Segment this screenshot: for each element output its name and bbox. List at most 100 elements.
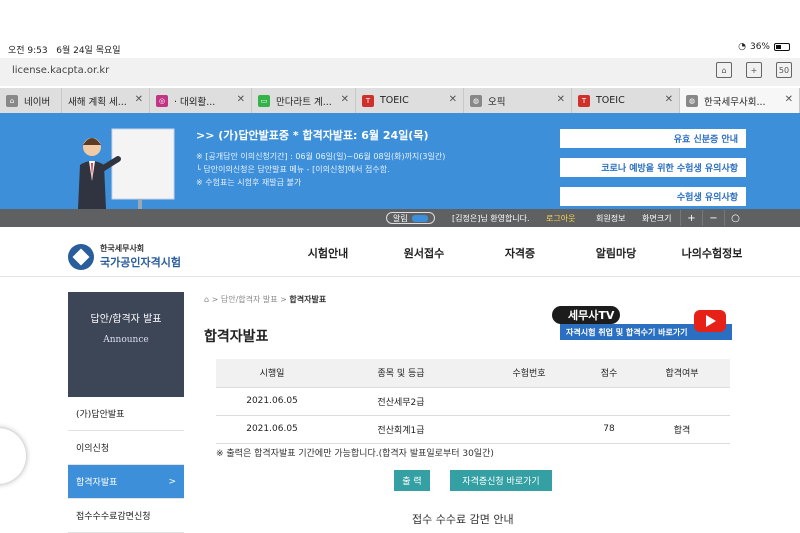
cell-subject-grade: 전산회계1급 — [328, 415, 474, 444]
cell-score — [584, 387, 634, 416]
tab-bar: ⌂ 네이버 새해 계획 세... ✕ ◎ · 대외활... ✕ ▭ 만다라트 계… — [0, 88, 800, 113]
nav-notice[interactable]: 알림마당 — [568, 245, 664, 261]
globe-icon: ◍ — [470, 94, 482, 107]
home-icon: ⌂ — [6, 94, 18, 107]
logo-exam-name: 국가공인자격시험 — [100, 256, 181, 269]
sidebar-item-answer-release[interactable]: (가)답안발표 — [68, 397, 184, 431]
tab-toeic-1[interactable]: T TOEIC ✕ — [356, 88, 464, 113]
sidebar-subtitle: Announce — [103, 335, 149, 345]
sidebar-item-objection[interactable]: 이의신청 — [68, 431, 184, 465]
utility-bar: 알림 [김정은]님 환영합니다. 로그아웃 회원정보 화면크기 + − ○ — [0, 209, 800, 227]
close-icon[interactable]: ✕ — [785, 94, 793, 105]
cell-exam-number — [474, 387, 584, 416]
tab-mandalart[interactable]: ▭ 만다라트 계... ✕ — [252, 88, 356, 113]
toeic-icon: T — [578, 94, 590, 107]
address-bar: license.kacpta.or.kr ⌂ + 50 — [0, 58, 800, 86]
fee-reduction-heading: 접수 수수료 감면 안내 — [412, 513, 514, 526]
banner-headline[interactable]: >> (가)답안발표중 * 합격자발표: 6월 24일(목) — [196, 127, 428, 143]
logo-org-name: 한국세무사회 — [100, 244, 145, 253]
tab-opic[interactable]: ◍ 오픽 ✕ — [464, 88, 572, 113]
home-icon[interactable]: ⌂ — [716, 62, 732, 78]
presenter-illustration — [78, 128, 175, 209]
tab-label: TOEIC — [380, 95, 409, 106]
close-icon[interactable]: ✕ — [237, 94, 245, 105]
breadcrumb: ⌂ > 답안/합격자 발표 > 합격자발표 — [204, 294, 326, 305]
nav-exam-info[interactable]: 시험안내 — [280, 245, 376, 261]
table-header-row: 시행일 종목 및 등급 수험번호 점수 합격여부 — [216, 359, 730, 388]
tab-count-button[interactable]: 50 — [776, 62, 792, 78]
sidebar-item-fee-reduction[interactable]: 접수수수료감면신청 — [68, 499, 184, 533]
tab-label: 한국세무사회... — [704, 96, 766, 108]
battery-icon — [774, 43, 790, 51]
id-guide-button[interactable]: 유효 신분증 안내 — [560, 129, 746, 148]
notice-objection-period: ※ [공개답안 이의신청기간] : 06월 06일(일)~06월 08일(화)까… — [196, 152, 446, 161]
sidebar-item-pass-announcement[interactable]: 합격자발표 > — [68, 465, 184, 499]
tab-naver[interactable]: ⌂ 네이버 — [0, 88, 62, 113]
status-time: 오전 9:53 — [8, 46, 48, 56]
member-info-link[interactable]: 회원정보 — [596, 213, 625, 224]
site-logo[interactable]: 한국세무사회 국가공인자격시험 — [68, 243, 181, 270]
new-tab-icon[interactable]: + — [746, 62, 762, 78]
status-date: 6월 24일 목요일 — [56, 46, 121, 56]
notice-toggle[interactable]: 알림 — [386, 212, 435, 224]
status-bar-left: 오전 9:53 6월 24일 목요일 — [8, 43, 121, 56]
tab-label: · 대외활... — [174, 96, 216, 108]
close-icon[interactable]: ✕ — [557, 94, 565, 105]
notice-toggle-label: 알림 — [393, 213, 408, 223]
sidebar-title: 답안/합격자 발표 — [90, 314, 162, 325]
breadcrumb-path: > 답안/합격자 발표 > — [211, 295, 290, 304]
nav-my-exam-info[interactable]: 나의수험정보 — [664, 245, 760, 261]
floating-assistive-button[interactable] — [0, 428, 26, 484]
notice-banner: >> (가)답안발표중 * 합격자발표: 6월 24일(목) ※ [공개답안 이… — [0, 113, 800, 209]
url-field[interactable]: license.kacpta.or.kr — [12, 65, 109, 76]
close-icon[interactable]: ✕ — [341, 94, 349, 105]
cell-exam-date: 2021.06.05 — [216, 415, 328, 444]
col-exam-number: 수험번호 — [474, 359, 584, 388]
close-icon[interactable]: ✕ — [135, 94, 143, 105]
tab-kacpta[interactable]: ◍ 한국세무사회... ✕ — [680, 88, 800, 113]
tab-label: 새해 계획 세... — [68, 96, 127, 108]
cell-subject-grade: 전산세무2급 — [328, 387, 474, 416]
logout-link[interactable]: 로그아웃 — [546, 213, 575, 224]
tax-tv-logo: 세무사TV — [552, 306, 621, 324]
sidebar-item-label: (가)답안발표 — [76, 410, 125, 420]
zoom-out-button[interactable]: − — [702, 210, 724, 226]
tab-label: TOEIC — [596, 95, 625, 106]
covid-guide-button[interactable]: 코로나 예방을 위한 수험생 유의사항 — [560, 158, 746, 177]
zoom-in-button[interactable]: + — [680, 210, 702, 226]
line-icon: ▭ — [258, 94, 270, 107]
table-row: 2021.06.05 전산회계1급 78 합격 — [216, 415, 730, 444]
toggle-switch — [411, 214, 428, 222]
chevron-right-icon: > — [168, 476, 176, 487]
home-icon[interactable]: ⌂ — [204, 295, 209, 304]
examinee-guide-button[interactable]: 수험생 유의사항 — [560, 187, 746, 206]
close-icon[interactable]: ✕ — [665, 94, 673, 105]
tab-activities[interactable]: ◎ · 대외활... ✕ — [150, 88, 252, 113]
cell-exam-date: 2021.06.05 — [216, 387, 328, 416]
battery-level: 36% — [749, 42, 770, 52]
tab-toeic-2[interactable]: T TOEIC ✕ — [572, 88, 680, 113]
cell-exam-number — [474, 415, 584, 444]
print-button[interactable]: 출 력 — [394, 470, 430, 491]
close-icon[interactable]: ✕ — [449, 94, 457, 105]
tab-label: 네이버 — [24, 96, 51, 108]
tab-label: 오픽 — [488, 96, 506, 108]
wifi-icon: ◔ — [738, 42, 746, 52]
col-exam-date: 시행일 — [216, 359, 328, 388]
nav-certificate[interactable]: 자격증 — [472, 245, 568, 261]
main-nav: 시험안내 원서접수 자격증 알림마당 나의수험정보 — [280, 245, 760, 261]
toeic-icon: T — [362, 94, 374, 107]
status-bar-right: ◔ 36% — [738, 42, 790, 52]
zoom-reset-button[interactable]: ○ — [724, 210, 746, 226]
sidebar-item-label: 합격자발표 — [76, 478, 118, 488]
nav-application[interactable]: 원서접수 — [376, 245, 472, 261]
license-apply-button[interactable]: 자격증신청 바로가기 — [450, 470, 552, 491]
youtube-play-icon — [694, 310, 726, 332]
table-row: 2021.06.05 전산세무2급 — [216, 387, 730, 416]
results-table: 시행일 종목 및 등급 수험번호 점수 합격여부 2021.06.05 전산세무… — [216, 359, 730, 444]
logo-icon — [68, 243, 94, 270]
col-pass-result: 합격여부 — [634, 359, 730, 388]
tab-new-year-plan[interactable]: 새해 계획 세... ✕ — [62, 88, 150, 113]
welcome-text: [김정은]님 환영합니다. — [452, 214, 530, 223]
tax-tv-banner[interactable]: 세무사TV 자격시험 취업 및 합격수기 바로가기 — [552, 306, 732, 348]
